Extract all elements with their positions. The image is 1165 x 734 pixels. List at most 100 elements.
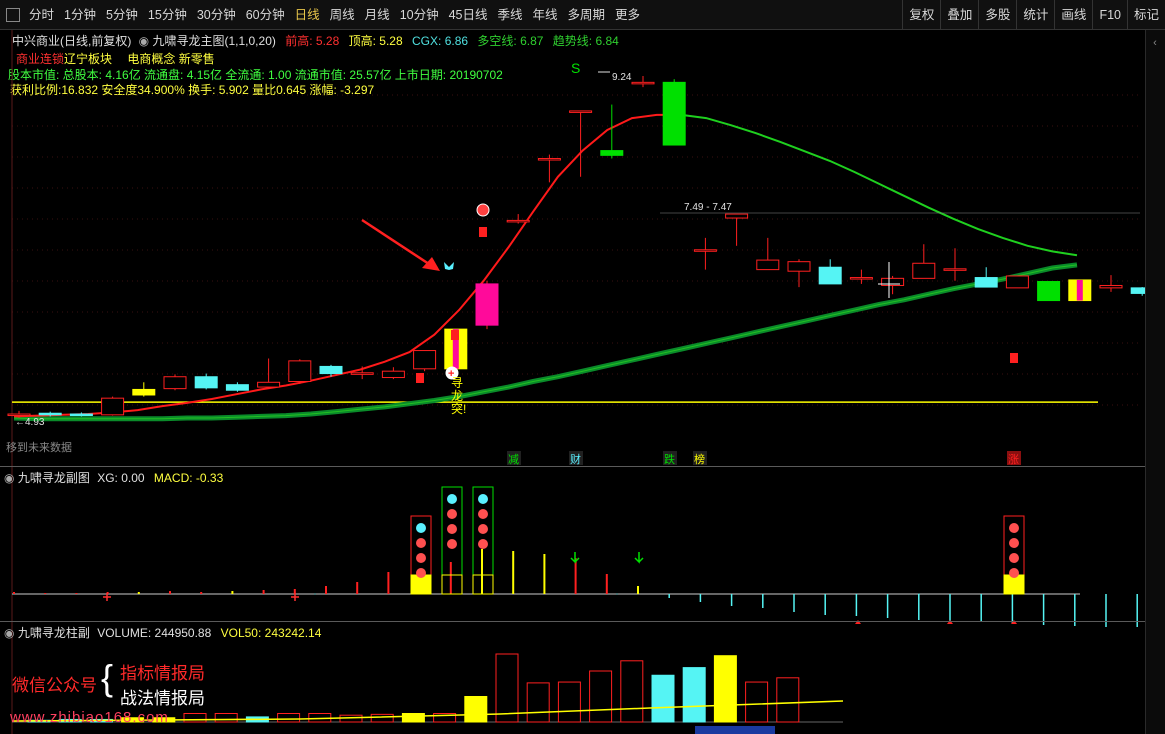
vol50-value: 243242.14 <box>264 626 322 640</box>
red-lantern-icon <box>1010 353 1018 363</box>
event-tag-0: 减 <box>508 453 519 466</box>
watermark-url: www.zhibiao168.com <box>10 709 169 726</box>
candle-body <box>631 81 655 85</box>
signal-text-1: 龙 <box>451 389 463 403</box>
candle-body <box>818 266 842 285</box>
volume-bar <box>682 667 706 723</box>
watermark-line2: 战法情报局 <box>120 689 205 708</box>
candle-body <box>132 388 156 396</box>
volume-bar <box>183 713 207 723</box>
candle-body <box>350 372 374 375</box>
price-high-label: 9.24 <box>612 72 632 83</box>
red-lantern-icon <box>416 373 424 383</box>
signal-text-0: 寻 <box>451 376 463 390</box>
sub2-settings-icon[interactable]: ◉ <box>4 626 14 640</box>
signal-column-ball <box>447 509 457 519</box>
signal-column-ball <box>478 539 488 549</box>
sub2-title: 九啸寻龙柱副 <box>17 626 90 640</box>
volume-bar <box>214 713 238 723</box>
signal-column-ball <box>478 494 488 504</box>
candle-body <box>1037 281 1061 302</box>
signal-column-ball <box>478 524 488 534</box>
event-tag-4: 涨 <box>1008 453 1019 466</box>
sub2-title-line: ◉ 九啸寻龙柱副 VOLUME: 244950.88 VOL50: 243242… <box>4 624 321 641</box>
candle-body <box>537 158 561 161</box>
candle-body <box>849 277 873 280</box>
candle-body <box>756 259 780 271</box>
volume-label: VOLUME: <box>97 626 152 640</box>
butterfly-icon <box>444 262 454 270</box>
volume-bar <box>776 677 800 723</box>
volume-bar <box>526 682 550 723</box>
trend-line-highlight <box>13 264 1078 420</box>
candle-body <box>662 81 686 146</box>
ma-green-line <box>681 113 1078 257</box>
trend-line <box>13 262 1078 422</box>
candle-body <box>600 150 624 156</box>
signal-column-ball <box>416 538 426 548</box>
candle-body <box>101 397 125 416</box>
candle-body <box>1005 275 1029 289</box>
candle-body <box>7 413 31 417</box>
xg-value: 0.00 <box>121 471 145 485</box>
watermark-left: 微信公众号 <box>12 676 97 695</box>
candle-body <box>943 268 967 271</box>
candle-body <box>787 261 811 272</box>
volume-bar <box>651 674 675 723</box>
candle-body <box>194 376 218 389</box>
volume-bar <box>589 670 613 723</box>
signal-column-base <box>441 574 463 595</box>
candle-body <box>506 219 530 223</box>
signal-column-ball <box>1009 523 1019 533</box>
volume-bar <box>464 696 488 723</box>
vol50-label: VOL50: <box>220 626 262 640</box>
signal-column-ball <box>416 553 426 563</box>
xg-label: XG: <box>97 471 118 485</box>
volume-bar <box>277 713 301 723</box>
event-tag-1: 财 <box>570 452 581 466</box>
volume-bar <box>401 713 425 723</box>
candle-body <box>693 249 717 252</box>
volume-bar <box>620 660 644 723</box>
signal-ball-icon <box>476 203 490 217</box>
sub1-separator <box>0 466 1145 467</box>
signal-column-ball <box>447 524 457 534</box>
candle-body <box>288 360 312 382</box>
candle-body <box>69 413 93 417</box>
volume-bar <box>495 653 519 723</box>
date-tooltip-box <box>695 726 775 734</box>
watermark-brace: { <box>101 657 114 698</box>
signal-text-2: 突! <box>451 401 466 416</box>
candle-body <box>38 412 62 416</box>
signal-column-ball <box>1009 538 1019 548</box>
signal-column-ball <box>447 539 457 549</box>
volume-bar <box>713 655 737 723</box>
watermark-line1: 指标情报局 <box>120 664 205 683</box>
candle-body <box>475 283 499 326</box>
candle-body <box>569 110 593 113</box>
sub1-settings-icon[interactable]: ◉ <box>4 471 14 485</box>
red-lantern-icon <box>451 330 459 340</box>
candle-body <box>319 365 343 375</box>
macd-value: -0.33 <box>195 471 224 485</box>
candle-body <box>1099 284 1123 289</box>
sub1-title-line: ◉ 九啸寻龙副图 XG: 0.00 MACD: -0.33 <box>4 469 223 486</box>
signal-column-ball <box>478 509 488 519</box>
event-tag-3: 榜 <box>694 452 705 466</box>
red-lantern-icon <box>479 227 487 237</box>
price-low-label: ←4.93 <box>15 417 45 428</box>
sub2-separator <box>0 621 1145 622</box>
signal-column-ball <box>447 494 457 504</box>
green-down-arrow-icon <box>570 552 580 564</box>
price-range-label: 7.49 - 7.47 <box>684 202 732 213</box>
volume-bar <box>370 713 394 723</box>
signal-column-ball <box>1009 568 1019 578</box>
expand-icon[interactable]: ‹ <box>1146 34 1164 52</box>
volume-value: 244950.88 <box>154 626 212 640</box>
pointer-arrow-head <box>422 257 440 271</box>
event-tag-2: 跌 <box>664 452 675 466</box>
green-down-arrow-icon <box>634 552 644 564</box>
volume-bar <box>557 681 581 723</box>
candle-body <box>257 381 281 388</box>
candle-body <box>381 370 405 379</box>
